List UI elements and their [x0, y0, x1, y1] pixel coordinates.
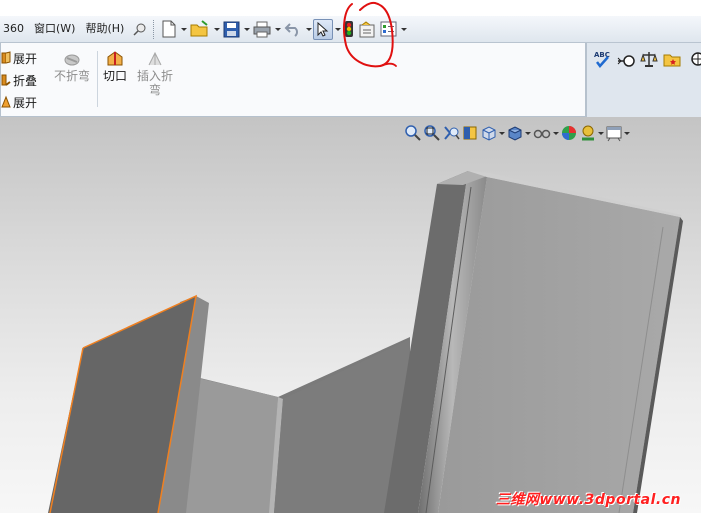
undo-button[interactable] — [282, 19, 304, 40]
file-properties-button[interactable] — [356, 19, 378, 40]
unfold-tool[interactable]: 展开 — [1, 47, 37, 69]
menu-window[interactable]: 窗口(W) — [29, 19, 80, 39]
zoom-to-fit-icon[interactable] — [404, 123, 422, 143]
open-dropdown-arrow[interactable] — [212, 19, 221, 40]
rip-cut-icon — [107, 51, 123, 66]
undo-dropdown-arrow[interactable] — [304, 19, 313, 40]
print-button[interactable] — [251, 19, 273, 40]
unbend-button[interactable]: 不折弯 — [54, 49, 90, 83]
edit-appearance-icon[interactable] — [560, 123, 578, 143]
unfold-label: 展开 — [13, 51, 38, 66]
new-dropdown-arrow[interactable] — [179, 19, 188, 40]
options-button[interactable] — [378, 19, 399, 40]
options-list-icon — [380, 21, 397, 37]
insert-bends-button[interactable]: 插入折 弯 — [137, 49, 173, 97]
rip-cut-label: 切口 — [103, 69, 128, 83]
flatten-tool[interactable]: 展开 — [1, 91, 37, 113]
undo-icon — [284, 23, 299, 37]
insert-bends-icon — [148, 51, 162, 66]
hide-show-icon[interactable] — [532, 123, 559, 143]
hole-callout-icon[interactable] — [615, 49, 636, 70]
apply-scene-icon[interactable] — [579, 123, 604, 143]
display-style-icon[interactable] — [506, 123, 531, 143]
right-toolbar: ABC — [592, 48, 701, 70]
menu-bar: 360 窗口(W) 帮助(H) — [0, 16, 701, 43]
open-folder-icon — [190, 20, 208, 37]
select-button[interactable] — [313, 18, 334, 40]
insert-bends-label-1: 插入折 — [137, 69, 174, 83]
file-properties-icon — [359, 20, 375, 37]
unbend-label: 不折弯 — [54, 69, 91, 83]
options-dropdown-arrow[interactable] — [399, 19, 408, 40]
previous-view-icon[interactable] — [442, 123, 460, 143]
zoom-area-icon[interactable] — [423, 123, 441, 143]
section-view-icon[interactable] — [461, 123, 479, 143]
watermark-text: 三维网www.3dportal.cn — [495, 492, 681, 508]
rip-cut-button[interactable]: 切口 — [103, 49, 127, 83]
flatten-label: 展开 — [13, 95, 38, 110]
save-icon — [223, 21, 240, 37]
save-dropdown-arrow[interactable] — [242, 19, 251, 40]
traffic-light-icon — [345, 21, 354, 37]
fold-tool[interactable]: 折叠 — [1, 69, 37, 91]
print-icon — [253, 21, 271, 37]
command-manager: 展开 折叠 展开 不折弯 切口 插入折 弯 — [0, 43, 586, 117]
pin-icon[interactable] — [131, 20, 149, 38]
view-orientation-icon[interactable] — [480, 123, 505, 143]
flatten-icon — [1, 95, 11, 108]
menu-help[interactable]: 帮助(H) — [80, 19, 129, 39]
graphics-area[interactable]: 三维网www.3dportal.cn — [0, 117, 701, 513]
circle-icon[interactable] — [684, 49, 701, 70]
fold-label: 折叠 — [13, 73, 38, 88]
heads-up-view-toolbar — [404, 123, 630, 143]
unbend-icon — [64, 54, 80, 66]
insert-bends-label-2: 弯 — [149, 83, 162, 97]
balance-icon[interactable] — [638, 49, 659, 70]
view-settings-icon[interactable] — [605, 123, 630, 143]
select-dropdown-arrow[interactable] — [333, 19, 342, 40]
rebuild-button[interactable] — [342, 19, 356, 40]
open-button[interactable] — [188, 19, 212, 40]
menu-360[interactable]: 360 — [0, 19, 29, 39]
folder-star-icon[interactable] — [661, 49, 682, 70]
sheet-metal-model[interactable] — [0, 117, 701, 513]
toolbar-grip[interactable] — [153, 19, 156, 39]
cursor-arrow-icon — [317, 21, 329, 37]
new-document-icon — [162, 20, 176, 38]
print-dropdown-arrow[interactable] — [273, 19, 282, 40]
save-button[interactable] — [221, 19, 242, 40]
title-strip — [0, 0, 701, 16]
fold-icon — [1, 74, 11, 86]
spelling-check-icon[interactable]: ABC — [592, 49, 613, 70]
toolbar-separator — [97, 51, 98, 107]
unfold-icon — [1, 51, 11, 64]
new-document-button[interactable] — [159, 19, 179, 40]
